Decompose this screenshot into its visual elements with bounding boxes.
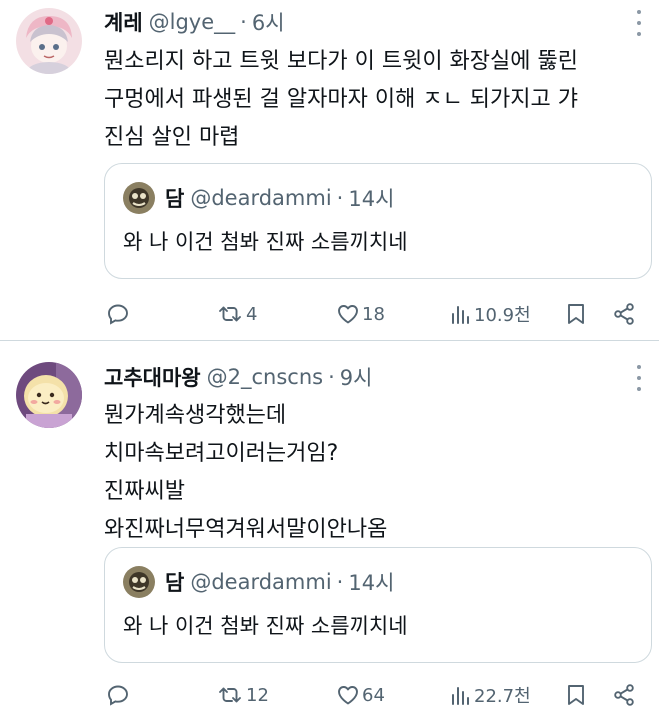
views-button[interactable]: 22.7천 (450, 678, 531, 712)
separator-dot: · (240, 10, 247, 34)
more-icon[interactable] (635, 10, 643, 36)
bookmark-button[interactable] (565, 297, 587, 331)
bookmark-icon (568, 304, 584, 324)
quote-author-handle[interactable]: @deardammi (190, 570, 331, 594)
tweet-text: 뭔소리지 하고 트윗 보다가 이 트윗이 화장실에 뚫린 구멍에서 파생된 걸 … (104, 43, 637, 157)
tweet-text-line: 구멍에서 파생된 걸 알자마자 이해 ㅈㄴ 되가지고 갸 (104, 87, 578, 112)
quote-avatar (123, 566, 155, 598)
views-count: 10.9천 (474, 305, 531, 326)
quote-header: 담 @deardammi · 14시 (123, 564, 394, 600)
quote-author-name[interactable]: 담 (165, 183, 184, 213)
separator-dot: · (336, 186, 344, 210)
tweet-text-line: 진심 살인 마렵 (104, 125, 240, 150)
retweet-icon (219, 306, 241, 322)
like-count: 64 (362, 684, 385, 706)
share-icon (614, 303, 634, 325)
tweet[interactable]: 계레 @lgye__ · 6시 뭔소리지 하고 트윗 보다가 이 트윗이 화장실… (0, 0, 659, 341)
views-icon (452, 687, 469, 705)
tweet-text-line: 와진짜너무역겨워서말이안나옴 (104, 517, 388, 542)
reply-button[interactable] (106, 678, 132, 712)
reply-icon (108, 685, 128, 706)
author-name[interactable]: 계레 (104, 7, 143, 37)
share-button[interactable] (612, 297, 636, 331)
like-icon (338, 686, 358, 705)
reply-icon (108, 304, 128, 325)
quote-time[interactable]: 14시 (348, 567, 394, 597)
tweet[interactable]: 고추대마왕 @2_cnscns · 9시 뭔가계속생각했는데 치마속보려고이러는… (0, 341, 659, 724)
action-bar: 4 18 10.9천 (104, 297, 652, 331)
separator-dot: · (336, 570, 344, 594)
retweet-count: 12 (246, 684, 269, 706)
reply-button[interactable] (106, 297, 132, 331)
like-icon (338, 305, 358, 324)
retweet-button[interactable]: 4 (216, 297, 257, 331)
separator-dot: · (328, 365, 335, 389)
retweet-icon (219, 687, 241, 703)
more-icon[interactable] (635, 365, 643, 391)
like-button[interactable]: 64 (336, 678, 385, 712)
avatar[interactable] (16, 362, 82, 428)
share-icon (614, 684, 634, 706)
tweet-text-line: 치마속보려고이러는거임? (104, 441, 339, 466)
like-count: 18 (362, 303, 385, 325)
share-button[interactable] (612, 678, 636, 712)
quote-avatar (123, 182, 155, 214)
quote-author-handle[interactable]: @deardammi (190, 186, 331, 210)
tweet-header: 계레 @lgye__ · 6시 (104, 6, 619, 38)
tweet-text: 뭔가계속생각했는데 치마속보려고이러는거임? 진짜씨발 와진짜너무역겨워서말이안… (104, 397, 637, 549)
views-icon (452, 306, 469, 324)
author-name[interactable]: 고추대마왕 (104, 362, 201, 392)
views-count: 22.7천 (474, 686, 531, 707)
quote-tweet[interactable]: 담 @deardammi · 14시 와 나 이건 첨봐 진짜 소름끼치네 (104, 163, 652, 279)
quote-tweet[interactable]: 담 @deardammi · 14시 와 나 이건 첨봐 진짜 소름끼치네 (104, 547, 652, 663)
like-button[interactable]: 18 (336, 297, 385, 331)
avatar[interactable] (16, 8, 82, 74)
quote-author-name[interactable]: 담 (165, 567, 184, 597)
author-handle[interactable]: @lgye__ (149, 10, 236, 34)
retweet-button[interactable]: 12 (216, 678, 269, 712)
quote-text: 와 나 이건 첨봐 진짜 소름끼치네 (123, 230, 408, 254)
tweet-text-line: 뭔소리지 하고 트윗 보다가 이 트윗이 화장실에 뚫린 (104, 49, 578, 74)
bookmark-icon (568, 685, 584, 705)
action-bar: 12 64 22.7천 (104, 678, 652, 712)
tweet-text-line: 뭔가계속생각했는데 (104, 403, 287, 428)
retweet-count: 4 (246, 303, 258, 325)
quote-text: 와 나 이건 첨봐 진짜 소름끼치네 (123, 614, 408, 638)
bookmark-button[interactable] (565, 678, 587, 712)
quote-time[interactable]: 14시 (348, 183, 394, 213)
quote-header: 담 @deardammi · 14시 (123, 180, 394, 216)
views-button[interactable]: 10.9천 (450, 297, 531, 331)
tweet-time[interactable]: 9시 (340, 362, 373, 392)
tweet-text-line: 진짜씨발 (104, 479, 185, 504)
tweet-header: 고추대마왕 @2_cnscns · 9시 (104, 361, 619, 393)
author-handle[interactable]: @2_cnscns (207, 365, 323, 389)
tweet-time[interactable]: 6시 (252, 7, 285, 37)
